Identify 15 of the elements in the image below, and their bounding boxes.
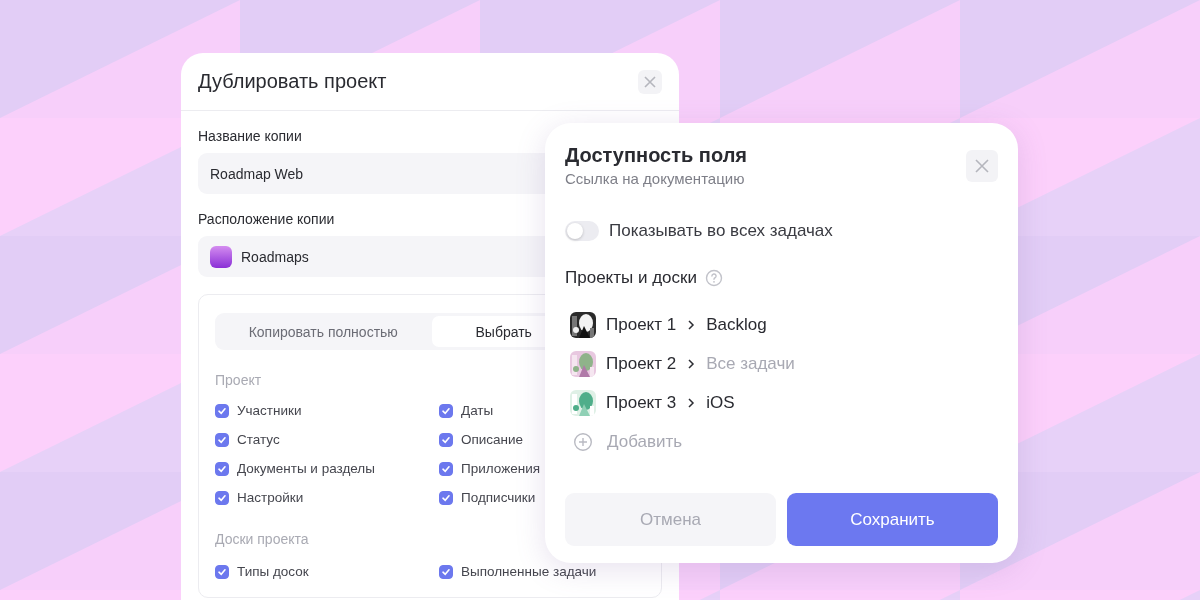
option-label: Документы и разделы	[237, 461, 375, 476]
option-label: Приложения	[461, 461, 540, 476]
option-label: Выполненные задачи	[461, 564, 597, 579]
option-label: Описание	[461, 432, 524, 447]
option-label: Участники	[237, 403, 302, 418]
dialog-title: Дублировать проект	[198, 70, 387, 93]
field-label: Название копии	[198, 128, 302, 144]
option-label: Статус	[237, 432, 280, 447]
option-label: Настройки	[237, 490, 304, 505]
option-label: Даты	[461, 403, 494, 418]
field-label: Расположение копии	[198, 211, 335, 227]
option-label: Подписчики	[461, 490, 536, 505]
option-label: Типы досок	[237, 564, 309, 579]
section-title: Проект	[215, 372, 262, 388]
section-title: Доски проекта	[215, 531, 309, 547]
